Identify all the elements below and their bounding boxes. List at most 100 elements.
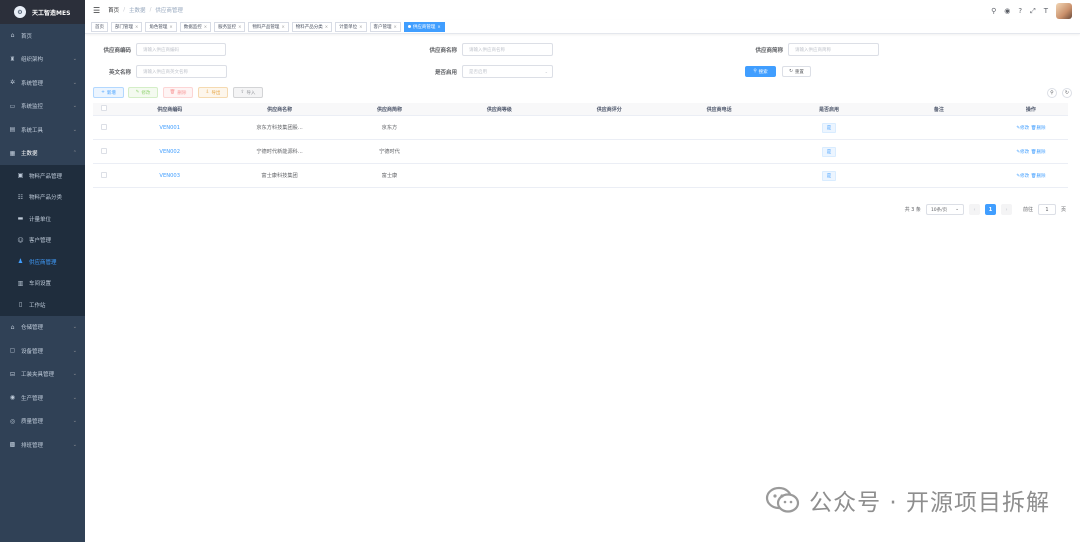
sidebar-item-workshop[interactable]: ▥ 车间设置: [0, 273, 85, 295]
logo-icon: ⚙: [14, 6, 26, 18]
tag-server-monitor[interactable]: 服务监控 ×: [214, 21, 246, 32]
breadcrumb-current: 供应商管理: [155, 8, 183, 14]
form-item-en: 英文名称 请输入供应商英文名称: [95, 65, 227, 78]
sidebar-item-quality[interactable]: ◎ 质量管理 ⌄: [0, 410, 85, 434]
watermark-text: 公众号 · 开源项目拆解: [809, 490, 1050, 516]
name-input[interactable]: 请输入供应商名称: [462, 43, 553, 56]
search-icon[interactable]: ⚲: [991, 7, 996, 15]
gear-icon: ✲: [9, 79, 16, 87]
next-page-button[interactable]: ›: [1000, 204, 1012, 215]
sidebar-item-master-data[interactable]: ▦ 主数据 ⌃: [0, 142, 85, 166]
nick-label: 供应商简称: [755, 47, 783, 54]
tag-role[interactable]: 角色管理 ×: [145, 21, 177, 32]
goto-page-input[interactable]: 1: [1037, 204, 1056, 215]
fullscreen-icon[interactable]: ⤢: [1030, 7, 1036, 16]
hamburger-icon[interactable]: ☰: [93, 6, 100, 15]
tag-dept[interactable]: 部门管理 ×: [111, 21, 143, 32]
breadcrumb-home[interactable]: 首页: [108, 6, 119, 14]
nick-input[interactable]: 请输入供应商简称: [788, 43, 879, 56]
avatar[interactable]: [1056, 3, 1072, 19]
close-icon[interactable]: ×: [437, 24, 440, 29]
supplier-code-link[interactable]: VEN001: [115, 125, 225, 131]
table-row: VEN002 宁德时代新能源科... 宁德时代 是 ✎修改 🗑删除: [93, 140, 1068, 164]
reset-button[interactable]: ↻ 重置: [782, 66, 811, 77]
page-size-select[interactable]: 10条/页 ⌄: [925, 204, 964, 215]
close-icon[interactable]: ×: [169, 24, 172, 29]
chevron-down-icon: ⌄: [544, 69, 548, 74]
page-number-current[interactable]: 1: [984, 204, 996, 215]
import-button[interactable]: ⇧ 导入: [233, 87, 263, 98]
row-edit-button[interactable]: ✎修改: [1016, 174, 1029, 179]
close-icon[interactable]: ×: [359, 24, 362, 29]
close-icon[interactable]: ×: [204, 24, 207, 29]
sidebar-item-schedule[interactable]: ▩ 排班管理 ⌄: [0, 433, 85, 457]
row-edit-button[interactable]: ✎修改: [1016, 150, 1029, 155]
sidebar-item-fixture[interactable]: ⊟ 工装夹具管理 ⌄: [0, 363, 85, 387]
sidebar-item-warehouse[interactable]: ⌂ 仓储管理 ⌄: [0, 316, 85, 340]
sidebar-item-material-category[interactable]: ☷ 物料产品分类: [0, 187, 85, 209]
edit-button[interactable]: ✎ 修改: [128, 87, 158, 98]
row-delete-button[interactable]: 🗑删除: [1031, 150, 1046, 155]
toggle-search-icon[interactable]: ⚲: [1047, 88, 1057, 98]
page-unit-label: 页: [1060, 207, 1066, 213]
tag-supplier[interactable]: 供应商管理 ×: [403, 21, 445, 32]
edit-icon: ✎: [135, 90, 140, 95]
row-delete-button[interactable]: 🗑删除: [1031, 126, 1046, 131]
tag-material[interactable]: 物料产品管理 ×: [248, 21, 289, 32]
sidebar-item-unit[interactable]: ▬ 计量单位: [0, 208, 85, 230]
sidebar-item-tools[interactable]: ▤ 系统工具 ⌄: [0, 118, 85, 142]
delete-button[interactable]: 🗑 删除: [163, 87, 193, 98]
box-icon: ▣: [17, 172, 24, 180]
breadcrumb-separator: /: [149, 7, 152, 13]
en-input[interactable]: 请输入供应商英文名称: [136, 65, 227, 78]
tag-data-monitor[interactable]: 数据监控 ×: [179, 21, 212, 32]
select-all-checkbox[interactable]: [100, 105, 107, 111]
supplier-icon: ♟: [17, 258, 24, 266]
github-icon[interactable]: ◉: [1004, 7, 1010, 15]
code-input[interactable]: 请输入供应商编码: [136, 43, 226, 56]
supplier-code-link[interactable]: VEN003: [115, 173, 225, 179]
sidebar-item-monitor[interactable]: ▭ 系统监控 ⌄: [0, 95, 85, 119]
export-button[interactable]: ⇩ 导出: [198, 87, 228, 98]
row-edit-button[interactable]: ✎修改: [1016, 126, 1029, 131]
enable-select[interactable]: 是否启用 ⌄: [462, 65, 553, 78]
logo[interactable]: ⚙ 天工智造MES: [0, 0, 85, 24]
help-icon[interactable]: ?: [1018, 7, 1022, 15]
search-button[interactable]: ⚲ 搜索: [745, 66, 776, 77]
sidebar-item-system[interactable]: ✲ 系统管理 ⌄: [0, 71, 85, 95]
close-icon[interactable]: ×: [325, 24, 328, 29]
production-icon: ◉: [9, 394, 16, 402]
close-icon[interactable]: ×: [238, 24, 241, 29]
row-delete-button[interactable]: 🗑删除: [1031, 174, 1046, 179]
supplier-name: 宁德时代新能源科...: [256, 149, 303, 155]
refresh-icon[interactable]: ↻: [1062, 88, 1072, 98]
sidebar-item-material[interactable]: ▣ 物料产品管理: [0, 165, 85, 187]
sidebar-item-production[interactable]: ◉ 生产管理 ⌄: [0, 386, 85, 410]
watermark: 公众号 · 开源项目拆解: [765, 483, 1050, 517]
tag-unit[interactable]: 计量单位 ×: [335, 21, 367, 32]
sidebar-item-org[interactable]: ♜ 组织架构 ⌄: [0, 48, 85, 72]
font-size-icon[interactable]: T: [1044, 7, 1048, 15]
row-checkbox[interactable]: [100, 147, 107, 154]
upload-icon: ⇧: [240, 90, 245, 95]
data-icon: ▦: [9, 149, 16, 157]
sidebar-item-station[interactable]: ▯ 工作站: [0, 294, 85, 316]
close-icon[interactable]: ×: [281, 24, 284, 29]
close-icon[interactable]: ×: [135, 24, 138, 29]
add-button[interactable]: + 新增: [93, 87, 124, 98]
prev-page-button[interactable]: ‹: [968, 204, 980, 215]
sidebar-item-home[interactable]: ⌂ 首页: [0, 24, 85, 48]
close-icon[interactable]: ×: [394, 24, 397, 29]
sidebar-item-device[interactable]: ▢ 设备管理 ⌄: [0, 339, 85, 363]
sidebar-item-supplier[interactable]: ♟ 供应商管理: [0, 251, 85, 273]
tag-customer[interactable]: 客户管理 ×: [369, 21, 401, 32]
row-checkbox[interactable]: [100, 123, 107, 130]
sidebar-item-customer[interactable]: ☺ 客户管理: [0, 230, 85, 252]
tag-material-category[interactable]: 物料产品分类 ×: [291, 21, 333, 32]
tag-home[interactable]: 首页: [91, 21, 108, 32]
row-checkbox[interactable]: [100, 171, 107, 178]
header-phone: 供应商电话: [706, 106, 732, 113]
download-icon: ⇩: [205, 90, 210, 95]
wechat-icon: [765, 486, 801, 514]
supplier-code-link[interactable]: VEN002: [115, 149, 225, 155]
